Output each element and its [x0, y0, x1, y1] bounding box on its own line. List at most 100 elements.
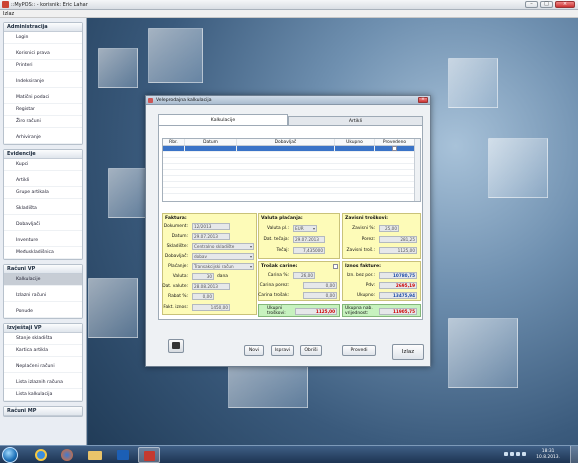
maximize-icon[interactable]: □ — [540, 1, 553, 8]
rabat-field[interactable]: 0,00 — [192, 293, 214, 300]
sidebar-item[interactable]: Kartica artikla — [4, 345, 82, 357]
taskbar-outlook-icon[interactable] — [112, 447, 134, 463]
sidebar-item[interactable]: Međuskladišnica — [4, 247, 82, 259]
porez-field[interactable]: 281,25 — [379, 236, 417, 243]
dobavljac-select[interactable]: dobav — [192, 253, 254, 260]
sidebar-section-title[interactable]: Administracija — [4, 23, 82, 32]
tray-icons[interactable] — [504, 452, 534, 458]
sidebar-item[interactable]: Kupci — [4, 159, 82, 171]
sidebar-item[interactable]: Korisnici prava — [4, 48, 82, 60]
ispravi-button[interactable]: Ispravi — [271, 345, 294, 356]
dat-tecaja-field[interactable]: 29.07.2013 — [293, 236, 325, 243]
sidebar-item[interactable]: Izlazni računi — [4, 290, 82, 302]
col-datum[interactable]: Datum — [185, 139, 237, 145]
sidebar-item[interactable]: Matični podaci — [4, 92, 82, 104]
sidebar-item[interactable]: Dobavljači — [4, 219, 82, 231]
taskbar-explorer-icon[interactable] — [84, 447, 106, 463]
sidebar-section: Računi VP Kalkulacije Izlazni računi Ponude — [3, 264, 83, 319]
sidebar-section-title[interactable]: Računi VP — [4, 265, 82, 274]
taskbar-ie-icon[interactable] — [30, 447, 52, 463]
taskbar-firefox-icon[interactable] — [56, 447, 78, 463]
sidebar-item[interactable]: Registar — [4, 104, 82, 116]
col-ukupno[interactable]: Ukupno — [335, 139, 375, 145]
col-provedeno[interactable]: Provedeno — [375, 139, 415, 145]
sidebar-section-title[interactable]: Izvještaji VP — [4, 324, 82, 333]
ukupna-nab-box: Ukupna nab. vrijednost: 11905,75 — [342, 304, 421, 317]
izlaz-button[interactable]: Izlaz — [392, 344, 424, 360]
carina-porez-field[interactable]: 0,00 — [303, 282, 337, 289]
carina-checkbox[interactable] — [333, 264, 338, 269]
app-title: ::MyPOS:: - korisnik: Eric Lahar — [11, 1, 88, 8]
clock[interactable]: 18:31 10.8.2013. — [536, 449, 560, 461]
porez-label: Porez: — [361, 237, 375, 242]
provedi-button[interactable]: Provedi — [342, 345, 376, 356]
zavisni-tros-field[interactable]: 1125,00 — [379, 247, 417, 254]
minimize-icon[interactable]: – — [525, 1, 538, 8]
printer-icon[interactable] — [168, 339, 184, 353]
sidebar-item[interactable]: Žiro računi — [4, 116, 82, 128]
zavisni-troskovi-box: Zavisni troškovi: Zavisni %: 25,00 Porez:… — [342, 213, 421, 259]
sidebar-item[interactable]: Kalkulacije — [4, 274, 82, 286]
carina-trosak-field[interactable]: 0,00 — [303, 292, 337, 299]
row-provedeno-checkbox[interactable] — [392, 146, 397, 151]
sidebar-item[interactable]: Indeksiranje — [4, 76, 82, 88]
ukupno-field[interactable]: 13475,94 — [379, 292, 417, 299]
valuta-days-field[interactable]: 30 — [192, 273, 214, 280]
sidebar-section-title[interactable]: Računi MP — [4, 407, 82, 416]
dialog-app-icon — [148, 98, 153, 103]
col-rbr[interactable]: Rbr. — [163, 139, 185, 145]
datum-field[interactable]: 29.07.2013 — [192, 233, 230, 240]
sidebar-item[interactable]: Artikli — [4, 175, 82, 187]
calculations-grid[interactable]: Rbr. Datum Dobavljač Ukupno Provedeno — [162, 138, 421, 202]
tecaj-label: Tečaj: — [276, 248, 289, 253]
dokument-label: Dokument: — [163, 224, 188, 229]
sidebar-item[interactable]: Ponude — [4, 306, 82, 318]
sidebar-item[interactable]: Lista kalkulacija — [4, 389, 82, 401]
taskbar-mypos-icon[interactable] — [138, 447, 160, 463]
tab-artikli[interactable]: Artikli — [288, 116, 423, 125]
sidebar-item[interactable]: Stanje skladišta — [4, 333, 82, 345]
sidebar-item[interactable]: Login — [4, 32, 82, 44]
carina-porez-label: Carina porez: — [259, 283, 289, 288]
show-desktop-button[interactable] — [570, 446, 578, 463]
col-dobavljac[interactable]: Dobavljač — [237, 139, 335, 145]
carina-pct-field[interactable]: 26,00 — [293, 272, 315, 279]
dialog-title: Veleprodajna kalkulacija — [156, 98, 212, 103]
sidebar-item[interactable]: Inventure — [4, 235, 82, 247]
placanje-select[interactable]: Transakcijski račun — [192, 263, 254, 270]
obrisi-button[interactable]: Obriši — [300, 345, 322, 356]
sidebar-item[interactable]: Lista izlaznih računa — [4, 377, 82, 389]
start-button[interactable] — [2, 447, 18, 463]
faktura-box: Faktura: Dokument: 12/2013 Datum: 29.07.20… — [162, 213, 257, 315]
skladiste-select[interactable]: Centralno skladište — [192, 243, 254, 250]
sidebar-item[interactable]: Skladišta — [4, 203, 82, 215]
menu-izlaz[interactable]: Izlaz — [3, 11, 14, 17]
close-icon[interactable]: × — [555, 1, 575, 8]
dialog-close-icon[interactable]: × — [418, 97, 428, 103]
taskbar: 18:31 10.8.2013. — [0, 445, 578, 463]
iz-bez-por-field[interactable]: 10780,75 — [379, 272, 417, 279]
grid-scrollbar[interactable] — [414, 139, 420, 201]
valuta-pl-select[interactable]: EUR — [293, 225, 317, 232]
fakt-iznos-field[interactable]: 1450,00 — [192, 304, 230, 311]
dat-valute-field[interactable]: 28.08.2013 — [192, 283, 230, 290]
novi-button[interactable]: Novi — [244, 345, 264, 356]
zavisni-pct-field[interactable]: 25,00 — [379, 225, 399, 232]
sidebar-item[interactable]: Arhiviranje — [4, 132, 82, 144]
sidebar-section: Računi MP — [3, 406, 83, 417]
valuta-pl-label: Valuta pl.: — [266, 226, 289, 231]
zavisni-troskovi-title: Zavisni troškovi: — [345, 216, 389, 221]
ukupna-nab-field[interactable]: 11905,75 — [379, 308, 417, 315]
sidebar-item[interactable]: Printeri — [4, 60, 82, 72]
sidebar-section-title[interactable]: Evidencije — [4, 150, 82, 159]
iznos-fakture-box: Iznos fakture: Izn. bez por.: 10780,75 Pd… — [342, 261, 421, 301]
sidebar-item[interactable]: Grupe artikala — [4, 187, 82, 199]
sidebar-item[interactable]: Neplaćeni računi — [4, 361, 82, 373]
tab-kalkulacije[interactable]: Kalkulacije — [158, 114, 288, 125]
tecaj-field[interactable]: 7,435000 — [293, 247, 325, 254]
pdv-field[interactable]: 2695,19 — [379, 282, 417, 289]
dat-valute-label: Dat. valute: — [162, 284, 188, 289]
placanje-label: Plaćanje: — [168, 264, 188, 269]
ukupni-troskovi-field[interactable]: 1125,00 — [295, 308, 337, 315]
dokument-field[interactable]: 12/2013 — [192, 223, 230, 230]
